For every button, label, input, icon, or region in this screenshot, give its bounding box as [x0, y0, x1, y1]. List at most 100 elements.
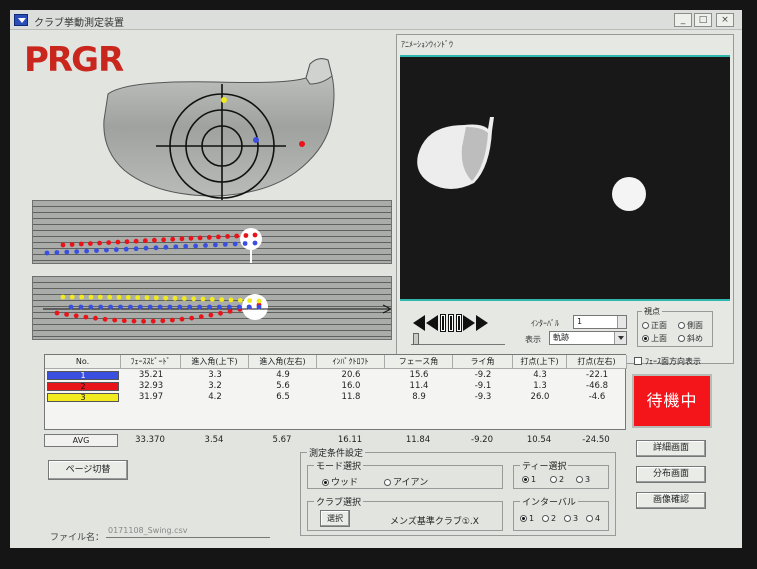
- row-number[interactable]: 2: [47, 382, 119, 391]
- frame-slider[interactable]: [411, 333, 505, 345]
- viewpoint-top[interactable]: 上面: [642, 333, 667, 344]
- trajectory-dot-yellow: [107, 294, 113, 300]
- trajectory-dot-blue: [143, 245, 149, 251]
- skip-back-icon[interactable]: [413, 315, 425, 331]
- trajectory-dot-red: [179, 316, 185, 322]
- file-name-field[interactable]: 0171108_Swing.csv: [106, 524, 270, 538]
- viewpoint-top-label: 上面: [651, 334, 667, 343]
- trajectory-dot-red: [252, 232, 258, 238]
- pause-icon[interactable]: [440, 314, 446, 332]
- maximize-icon[interactable]: □: [694, 13, 712, 27]
- stop-icon[interactable]: [448, 314, 454, 332]
- trajectory-dot-blue: [232, 241, 238, 247]
- interval-option-1[interactable]: 1: [520, 514, 534, 523]
- radio-icon[interactable]: [576, 476, 583, 483]
- radio-selected-icon[interactable]: [322, 479, 329, 486]
- trajectory-dot-red: [54, 310, 60, 316]
- radio-selected-icon[interactable]: [642, 335, 649, 342]
- interval-option-2[interactable]: 2: [542, 514, 556, 523]
- trajectory-dot-blue: [78, 304, 84, 310]
- row-number[interactable]: 1: [47, 371, 119, 380]
- trajectory-dot-blue: [123, 246, 129, 252]
- spin-arrows-icon[interactable]: [617, 316, 626, 328]
- radio-icon[interactable]: [678, 335, 685, 342]
- trajectory-dot-red: [106, 240, 112, 245]
- trajectory-dot-yellow: [219, 297, 225, 302]
- tee-option-2[interactable]: 2: [550, 475, 564, 484]
- radio-icon[interactable]: [642, 322, 649, 329]
- radio-selected-icon[interactable]: [520, 515, 527, 522]
- playback-controls: [413, 314, 489, 332]
- trajectory-dot-red: [170, 236, 176, 242]
- page-switch-button[interactable]: ページ切替: [48, 460, 128, 480]
- impact-point-1: [253, 137, 259, 143]
- face-direction-checkbox[interactable]: ﾌｪｰｽ面方向表示: [634, 356, 701, 367]
- trajectory-dot-yellow: [181, 296, 187, 301]
- table-cell: -46.8: [586, 381, 608, 391]
- display-select[interactable]: 軌跡: [549, 331, 627, 345]
- distribution-view-button[interactable]: 分布画面: [636, 466, 706, 483]
- radio-icon[interactable]: [564, 515, 571, 522]
- trajectory-dot-blue: [167, 304, 173, 310]
- trajectory-dot-red: [243, 233, 249, 238]
- tee-option-1[interactable]: 1: [522, 475, 536, 484]
- results-table: No. ﾌｪｰｽｽﾋﾟｰﾄﾞ 進入角(上下) 進入角(左右) ｲﾝﾊﾟｸﾄﾛﾌﾄ フェース…: [44, 354, 627, 430]
- image-check-button[interactable]: 画像確認: [636, 492, 706, 509]
- radio-icon[interactable]: [542, 515, 549, 522]
- impact-point-3: [221, 97, 227, 103]
- viewpoint-side[interactable]: 側面: [678, 320, 703, 331]
- trajectory-side-view: [32, 200, 392, 264]
- trajectory-dot-red: [124, 239, 130, 245]
- club-select-button[interactable]: 選択: [320, 510, 350, 527]
- impact-point-2: [299, 141, 305, 147]
- trajectory-dot-blue: [153, 245, 159, 251]
- trajectory-dot-red: [97, 240, 102, 246]
- table-cell: 32.93: [138, 381, 164, 391]
- trajectory-dot-yellow: [256, 298, 262, 304]
- mode-iron-option[interactable]: アイアン: [384, 475, 428, 488]
- trajectory-dot-blue: [222, 242, 228, 247]
- club-head-diagram: [103, 58, 335, 204]
- trajectory-dot-red: [150, 318, 156, 324]
- interval-option-4[interactable]: 4: [586, 514, 600, 523]
- radio-icon[interactable]: [384, 479, 391, 486]
- checkbox-icon[interactable]: [634, 357, 642, 365]
- minimize-icon[interactable]: _: [674, 13, 692, 27]
- animation-window: ｱﾆﾒｰｼｮﾝｳｨﾝﾄﾞｳ ｲﾝﾀｰﾊﾞﾙ 1 表示 軌跡 視点 正面 側面 上…: [396, 34, 734, 364]
- frame-icon[interactable]: [456, 314, 462, 332]
- viewpoint-oblique[interactable]: 斜め: [678, 333, 703, 344]
- tee-option-3[interactable]: 3: [576, 475, 590, 484]
- interval-spinner[interactable]: 1: [573, 315, 627, 329]
- skip-forward-icon[interactable]: [476, 315, 488, 331]
- viewpoint-front[interactable]: 正面: [642, 320, 667, 331]
- detail-view-button[interactable]: 詳細画面: [636, 440, 706, 457]
- trajectory-dot-red: [73, 313, 79, 319]
- slider-thumb[interactable]: [413, 333, 419, 345]
- trajectory-dot-blue: [252, 240, 258, 246]
- trajectory-dot-blue: [74, 249, 80, 254]
- radio-selected-icon[interactable]: [522, 476, 529, 483]
- window-title: クラブ挙動測定装置: [34, 18, 124, 29]
- close-icon[interactable]: ×: [716, 13, 734, 27]
- trajectory-dot-blue: [203, 243, 208, 248]
- mode-wood-option[interactable]: ウッド: [322, 475, 358, 488]
- trajectory-dot-red: [133, 238, 139, 244]
- trajectory-dot-blue: [236, 304, 242, 310]
- interval-option-3[interactable]: 3: [564, 514, 578, 523]
- trajectory-dot-blue: [104, 247, 109, 253]
- app-icon[interactable]: [14, 14, 28, 26]
- table-cell: 3.3: [208, 370, 222, 380]
- radio-icon[interactable]: [678, 322, 685, 329]
- radio-icon[interactable]: [550, 476, 557, 483]
- step-forward-icon[interactable]: [463, 315, 475, 331]
- avg-cell: -24.50: [582, 435, 610, 445]
- step-back-icon[interactable]: [426, 315, 438, 331]
- trajectory-dot-red: [216, 234, 221, 240]
- table-cell: 4.2: [208, 392, 222, 402]
- radio-icon[interactable]: [586, 515, 593, 522]
- trajectory-dot-red: [78, 241, 84, 247]
- trajectory-dot-blue: [242, 241, 248, 246]
- row-number[interactable]: 3: [47, 393, 119, 402]
- chevron-down-icon[interactable]: [614, 332, 626, 344]
- trajectory-dot-yellow: [228, 297, 234, 303]
